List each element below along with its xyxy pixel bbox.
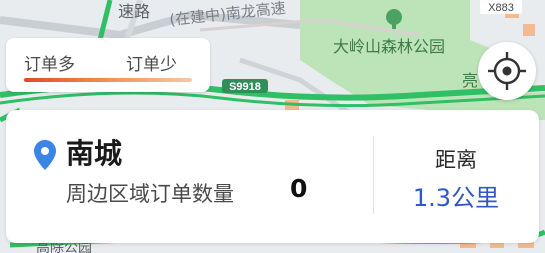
edge-label: 亮 bbox=[462, 71, 478, 90]
legend-less-label: 订单少 bbox=[126, 55, 177, 75]
distance-label: 距离 bbox=[435, 148, 477, 172]
crosshair-icon bbox=[488, 52, 526, 90]
orange-block bbox=[523, 24, 535, 36]
tree-icon-trunk bbox=[392, 22, 396, 29]
legend-gradient-bar bbox=[24, 78, 192, 82]
road-badge-text: S9918 bbox=[229, 81, 261, 93]
distance-value: 1.3公里 bbox=[412, 184, 500, 212]
park-label: 大岭山森林公园 bbox=[333, 37, 445, 56]
order-density-legend: 订单多 订单少 bbox=[6, 38, 210, 92]
locate-button[interactable] bbox=[478, 42, 536, 100]
nearby-orders-label: 周边区域订单数量 bbox=[66, 182, 234, 206]
card-divider bbox=[373, 136, 374, 214]
route-code-text: X883 bbox=[488, 2, 514, 14]
area-name: 南城 bbox=[66, 137, 123, 170]
road-label-vertical: 速路 bbox=[118, 2, 150, 21]
legend-more-label: 订单多 bbox=[24, 55, 75, 75]
area-info-card[interactable]: 南城 周边区域订单数量 0 距离 1.3公里 bbox=[6, 110, 539, 243]
location-pin-icon bbox=[34, 140, 56, 170]
nearby-orders-value: 0 bbox=[290, 174, 308, 203]
